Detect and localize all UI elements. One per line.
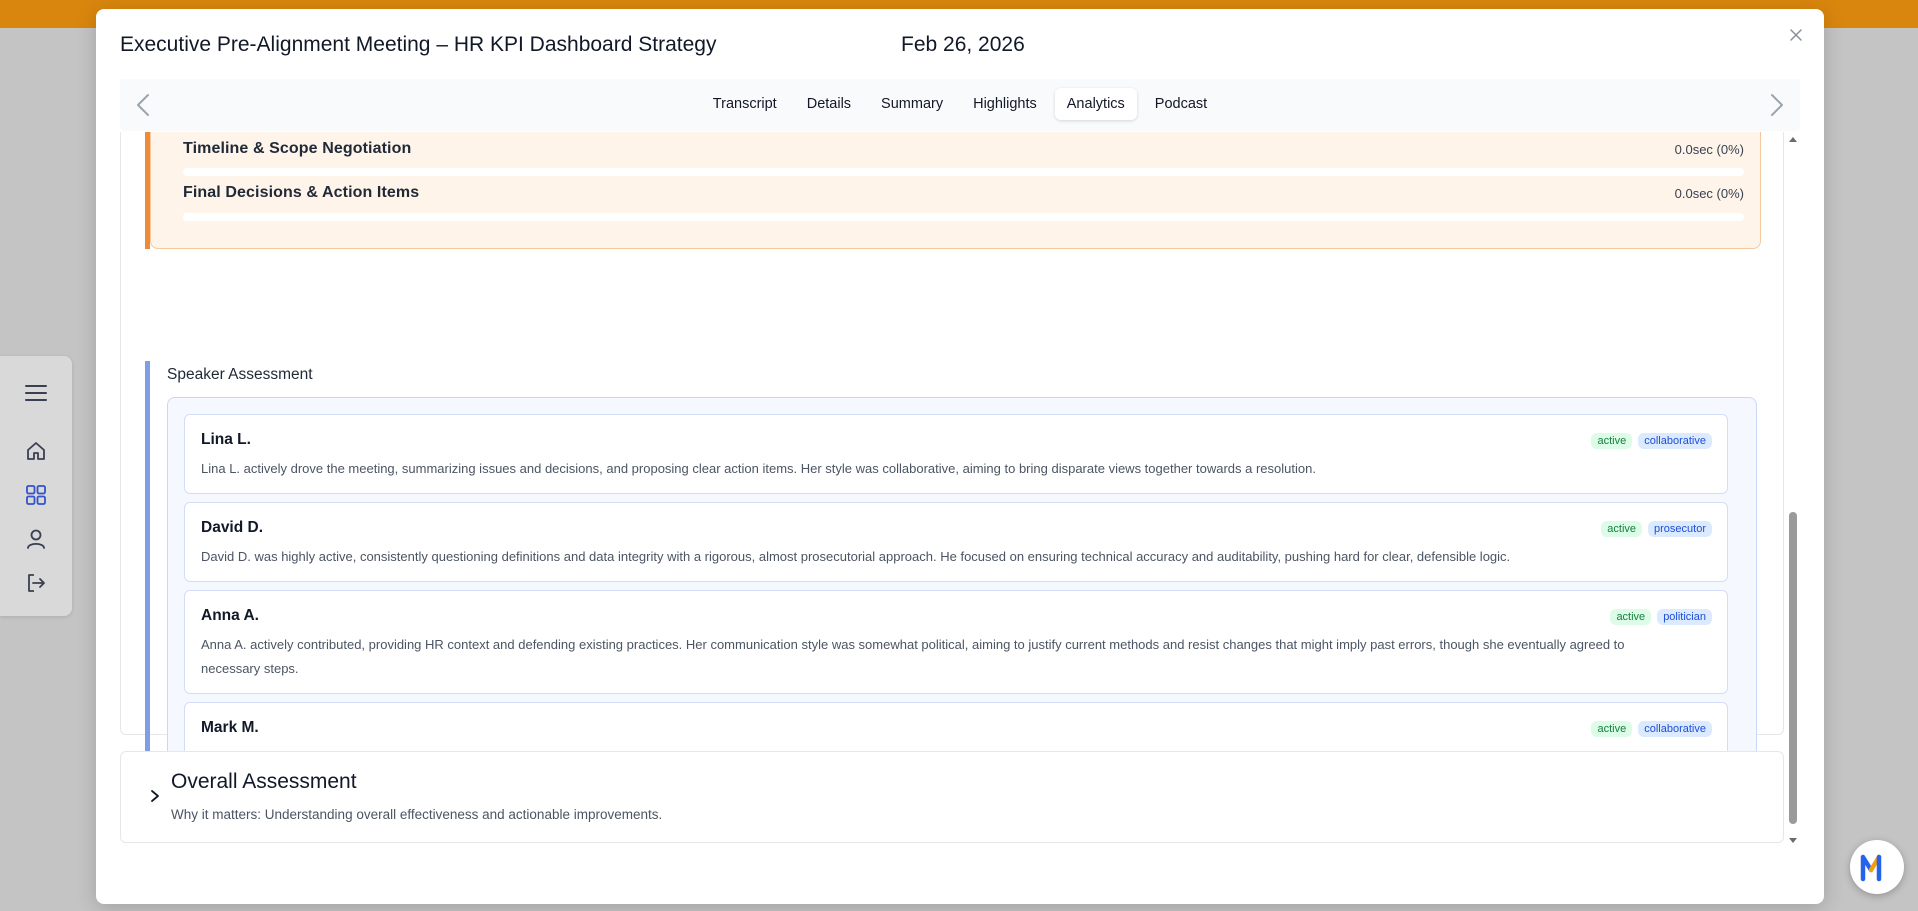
topic-row: Timeline & Scope Negotiation 0.0sec (0%): [183, 135, 1744, 165]
tab-bar: Transcript Details Summary Highlights An…: [120, 79, 1800, 131]
meeting-date: Feb 26, 2026: [901, 33, 1025, 56]
dashboard-icon[interactable]: [22, 481, 50, 509]
topic-panel: Timeline & Scope Negotiation 0.0sec (0%)…: [150, 132, 1761, 249]
user-icon[interactable]: [22, 525, 50, 553]
app-logo-icon: [1860, 854, 1882, 882]
topic-name: Final Decisions & Action Items: [183, 184, 420, 201]
tab-analytics[interactable]: Analytics: [1054, 88, 1137, 120]
meeting-modal: Executive Pre-Alignment Meeting – HR KPI…: [96, 9, 1824, 904]
speaker-name: Anna A.: [201, 607, 259, 624]
tab-transcript[interactable]: Transcript: [701, 88, 789, 120]
speaker-name: Lina L.: [201, 431, 251, 448]
chevron-right-icon[interactable]: [147, 788, 163, 804]
tab-podcast[interactable]: Podcast: [1143, 88, 1219, 120]
topic-time: 0.0sec (0%): [1674, 186, 1744, 201]
side-rail: [0, 356, 72, 616]
tab-summary[interactable]: Summary: [869, 88, 955, 120]
page-title: Executive Pre-Alignment Meeting – HR KPI…: [120, 33, 717, 56]
speaker-description: Anna A. actively contributed, providing …: [201, 637, 1625, 676]
status-badge: active: [1601, 521, 1643, 537]
menu-icon[interactable]: [22, 379, 50, 407]
speaker-description: Lina L. actively drove the meeting, summ…: [201, 461, 1316, 476]
status-badge: active: [1591, 721, 1633, 737]
topic-progress-track: [183, 168, 1744, 176]
home-icon[interactable]: [22, 437, 50, 465]
overall-assessment-section[interactable]: Overall Assessment Why it matters: Under…: [120, 751, 1784, 843]
analysis-card: Timeline & Scope Negotiation 0.0sec (0%)…: [120, 132, 1784, 801]
speaker-badges: active collaborative: [1591, 433, 1712, 449]
next-arrow-button[interactable]: [1764, 92, 1790, 118]
logout-icon[interactable]: [22, 569, 50, 597]
topic-breakdown: Timeline & Scope Negotiation 0.0sec (0%)…: [145, 132, 1765, 249]
analytics-content: Timeline & Scope Negotiation 0.0sec (0%)…: [120, 132, 1785, 847]
tabs: Transcript Details Summary Highlights An…: [120, 88, 1800, 120]
topic-row: Final Decisions & Action Items 0.0sec (0…: [183, 179, 1744, 209]
speaker-panel: Lina L. Lina L. actively drove the meeti…: [167, 397, 1757, 799]
speaker-assessment-title: Speaker Assessment: [167, 366, 313, 383]
speaker-description: David D. was highly active, consistently…: [201, 549, 1511, 564]
tab-highlights[interactable]: Highlights: [961, 88, 1049, 120]
app-logo-button[interactable]: [1850, 840, 1904, 894]
speaker-badges: active collaborative: [1591, 721, 1712, 737]
speaker-name: Mark M.: [201, 719, 259, 736]
overall-assessment-title: Overall Assessment: [171, 770, 357, 793]
topic-progress-track: [183, 213, 1744, 221]
speaker-assessment-section: Speaker Assessment Lina L. Lina L. activ…: [145, 361, 1765, 801]
close-button[interactable]: [1784, 23, 1808, 47]
scroll-down-arrow-icon[interactable]: [1788, 837, 1798, 845]
status-badge: active: [1591, 433, 1633, 449]
tab-details[interactable]: Details: [795, 88, 863, 120]
speaker-card: Anna A. Anna A. actively contributed, pr…: [184, 590, 1728, 694]
style-badge: politician: [1657, 609, 1712, 625]
style-badge: prosecutor: [1648, 521, 1712, 537]
speaker-card: Lina L. Lina L. actively drove the meeti…: [184, 414, 1728, 494]
style-badge: collaborative: [1638, 721, 1712, 737]
chevron-right-icon: [1771, 94, 1783, 116]
vertical-scrollbar[interactable]: [1786, 132, 1800, 847]
speaker-name: David D.: [201, 519, 264, 536]
speaker-card: David D. David D. was highly active, con…: [184, 502, 1728, 582]
status-badge: active: [1610, 609, 1652, 625]
speaker-badges: active politician: [1610, 609, 1712, 625]
scroll-up-arrow-icon[interactable]: [1788, 135, 1798, 143]
topic-time: 0.0sec (0%): [1674, 142, 1744, 157]
overall-assessment-subtitle: Why it matters: Understanding overall ef…: [171, 807, 663, 822]
style-badge: collaborative: [1638, 433, 1712, 449]
scrollbar-thumb[interactable]: [1789, 512, 1797, 824]
close-icon: [1790, 29, 1802, 41]
speaker-badges: active prosecutor: [1601, 521, 1712, 537]
topic-name: Timeline & Scope Negotiation: [183, 140, 412, 157]
